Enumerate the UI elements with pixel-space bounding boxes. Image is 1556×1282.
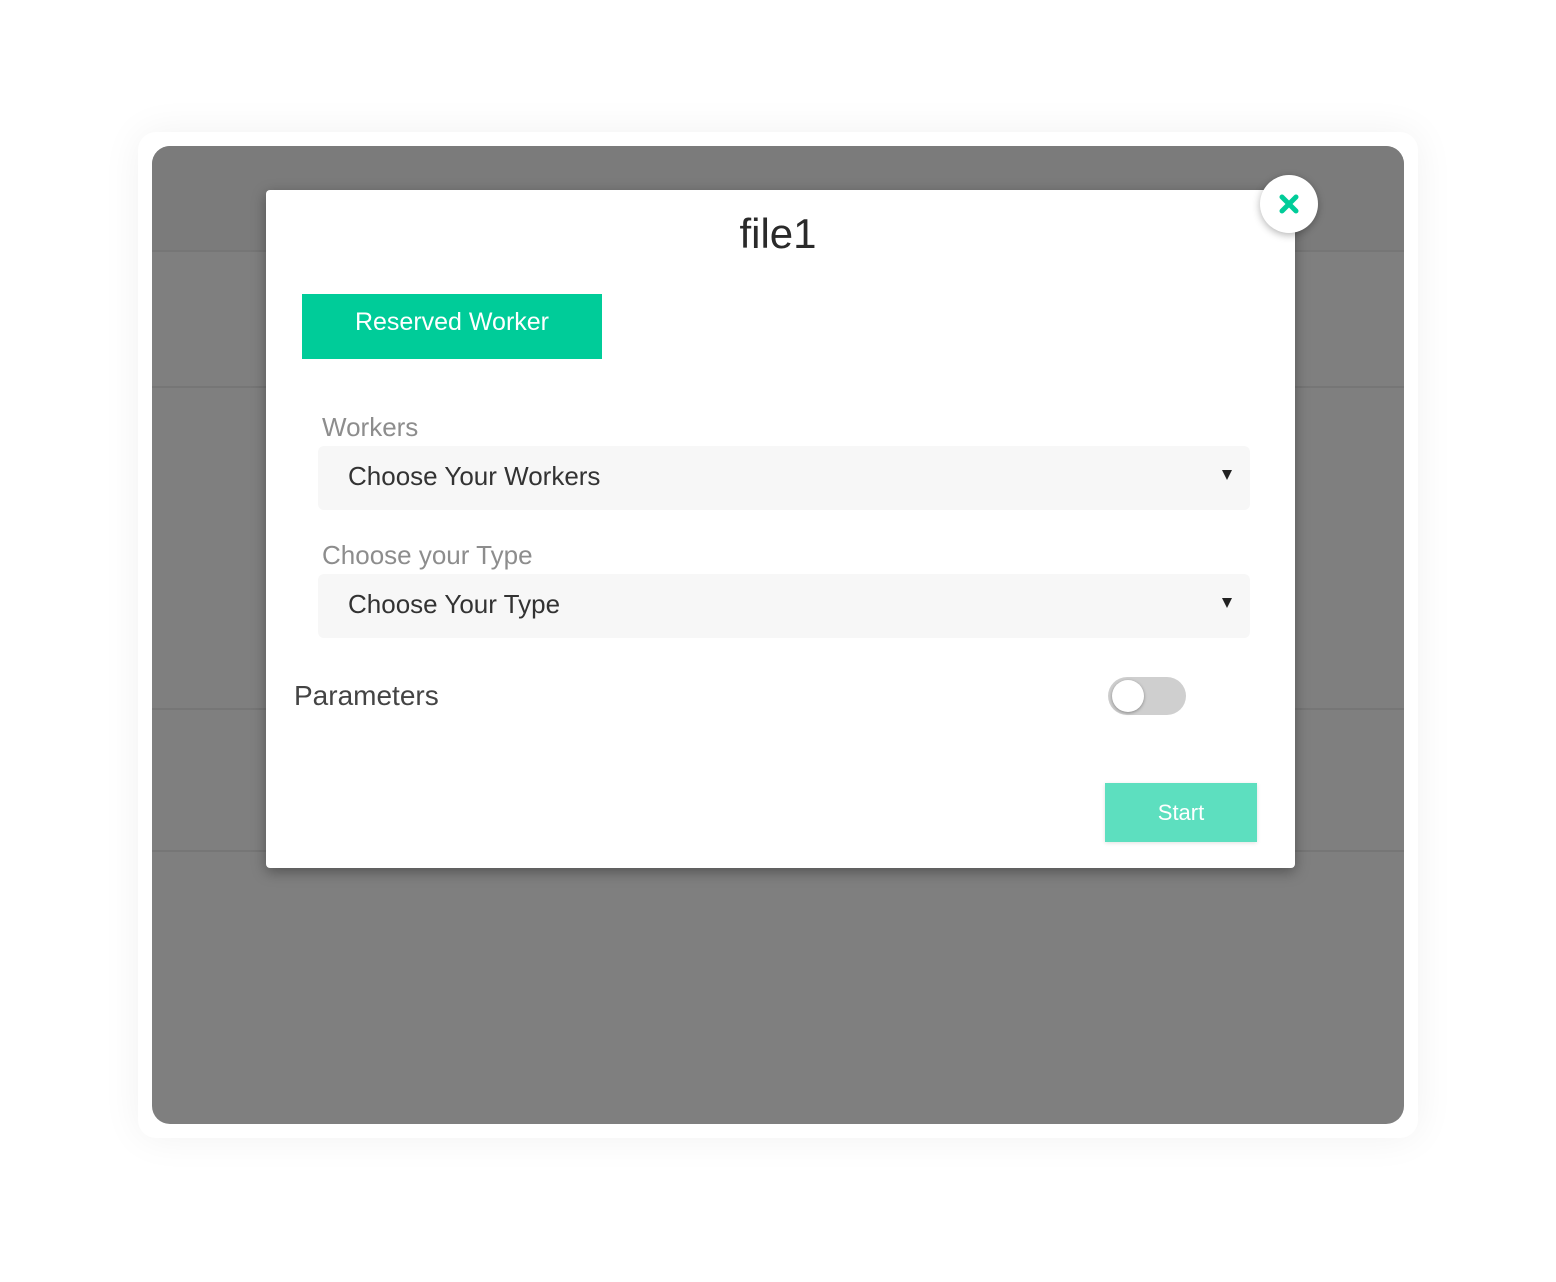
workers-select[interactable]: Choose Your Workers <box>318 446 1250 510</box>
toggle-knob[interactable] <box>1112 680 1144 712</box>
type-label: Choose your Type <box>322 540 533 570</box>
start-button[interactable]: Start <box>1105 783 1257 842</box>
type-select-value: Choose Your Type <box>348 589 561 619</box>
parameters-toggle[interactable] <box>1108 677 1186 715</box>
type-select[interactable]: Choose Your Type <box>318 574 1250 638</box>
parameters-label: Parameters <box>294 680 439 711</box>
caret-down-icon <box>1222 470 1232 480</box>
start-button-label: Start <box>1157 799 1205 825</box>
caret-down-icon <box>1222 598 1232 608</box>
close-button[interactable] <box>1260 175 1318 233</box>
workers-select-value: Choose Your Workers <box>348 461 601 491</box>
tab-label: Reserved Worker <box>354 308 550 336</box>
close-icon <box>1279 194 1299 214</box>
dialog-title: file1 <box>739 210 817 257</box>
run-dialog <box>266 190 1295 868</box>
workers-label: Workers <box>322 412 419 442</box>
tab-reserved-worker[interactable]: Reserved Worker <box>302 294 602 359</box>
